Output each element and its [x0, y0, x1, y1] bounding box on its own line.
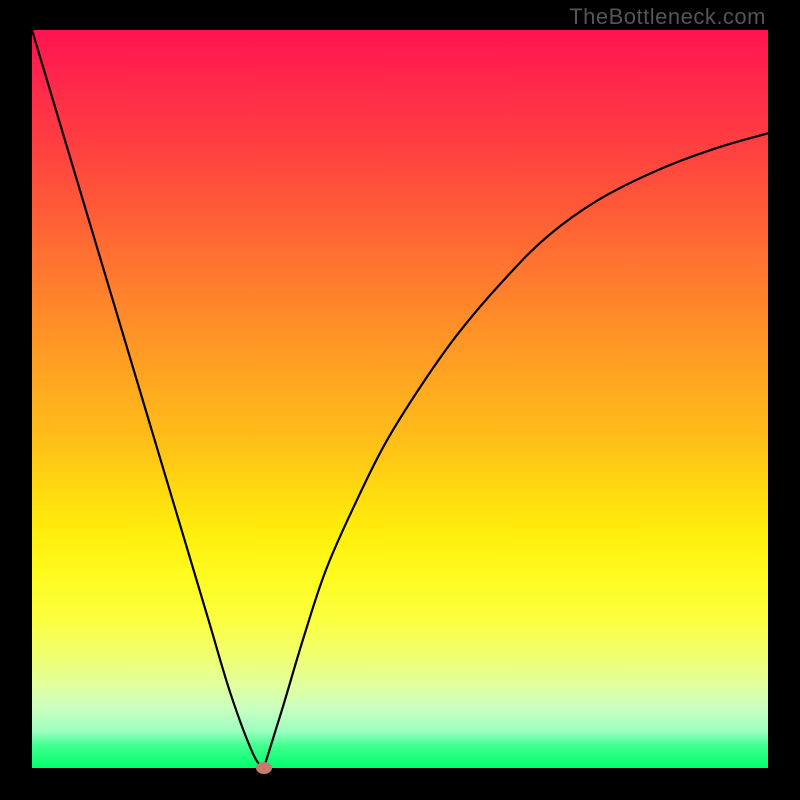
watermark-text: TheBottleneck.com — [569, 4, 766, 30]
plot-area — [32, 30, 768, 768]
curve-svg — [32, 30, 768, 768]
chart-frame: TheBottleneck.com — [0, 0, 800, 800]
optimal-marker — [256, 762, 272, 774]
bottleneck-curve — [32, 30, 768, 768]
